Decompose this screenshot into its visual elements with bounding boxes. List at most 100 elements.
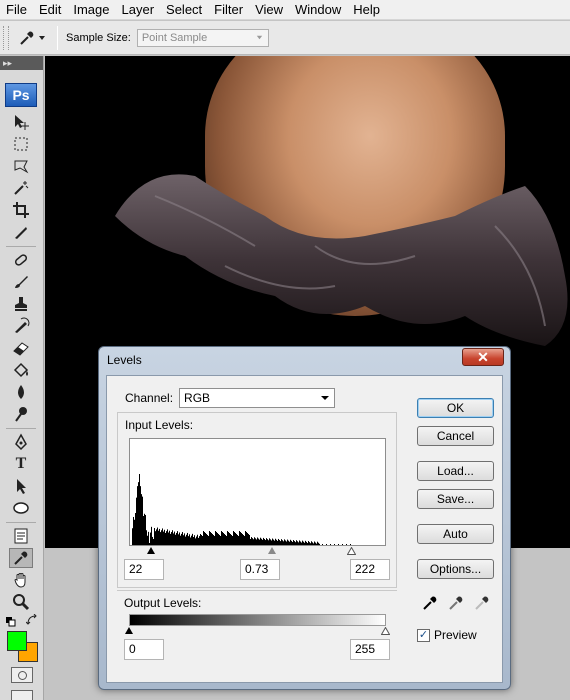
pen-tool[interactable] [9, 432, 33, 452]
menu-filter[interactable]: Filter [208, 0, 249, 20]
clone-stamp-tool[interactable] [9, 294, 33, 314]
screen-mode-button[interactable] [11, 690, 33, 700]
close-button[interactable]: ✕ [462, 348, 504, 366]
preview-row: ✓ Preview [417, 628, 477, 642]
dodge-tool[interactable] [9, 404, 33, 424]
histogram-bar [258, 538, 259, 545]
ok-button[interactable]: OK [417, 398, 494, 418]
brush-tool[interactable] [9, 272, 33, 292]
history-brush-tool[interactable] [9, 316, 33, 336]
load-button[interactable]: Load... [417, 461, 494, 481]
output-black-slider[interactable] [125, 627, 133, 634]
input-gamma-field[interactable]: 0.73 [240, 559, 280, 580]
histogram-bar [283, 541, 284, 545]
input-white-slider[interactable] [347, 547, 356, 555]
blur-tool[interactable] [9, 382, 33, 402]
menu-select[interactable]: Select [160, 0, 208, 20]
histogram-bar [315, 542, 316, 545]
histogram-bar [143, 515, 144, 545]
dialog-body: Channel: RGB Input Levels: 22 0.73 222 O… [106, 375, 503, 683]
marquee-tool[interactable] [9, 134, 33, 154]
output-levels-label: Output Levels: [124, 596, 202, 610]
histogram-bar [260, 537, 261, 545]
black-eyedropper-icon[interactable] [421, 594, 439, 612]
magic-wand-tool[interactable] [9, 178, 33, 198]
histogram-bar [144, 513, 145, 545]
slice-tool[interactable] [9, 222, 33, 242]
histogram-bar [264, 538, 265, 545]
gray-eyedropper-icon[interactable] [447, 594, 465, 612]
menu-layer[interactable]: Layer [116, 0, 161, 20]
type-tool[interactable]: T [9, 454, 33, 474]
save-button[interactable]: Save... [417, 489, 494, 509]
histogram-bar [275, 538, 276, 545]
options-button[interactable]: Options... [417, 559, 494, 579]
histogram-bar [150, 532, 151, 545]
healing-brush-icon [14, 254, 28, 266]
lasso-tool[interactable] [9, 156, 33, 176]
hand-tool[interactable] [9, 570, 33, 590]
cancel-button[interactable]: Cancel [417, 426, 494, 446]
swap-colors-button[interactable] [25, 613, 38, 629]
histogram-bar [313, 543, 314, 545]
histogram-bar [239, 531, 240, 545]
histogram-bar [162, 528, 163, 545]
default-colors-button[interactable] [6, 616, 16, 630]
shape-icon [13, 502, 29, 514]
histogram-graph [132, 474, 351, 545]
histogram-bar [157, 527, 158, 545]
channel-select[interactable]: RGB [179, 388, 336, 408]
chevron-down-icon [256, 35, 263, 40]
quick-mask-icon [17, 670, 27, 680]
histogram-bar [318, 542, 319, 545]
histogram-bar [306, 541, 307, 545]
eyedropper-tool[interactable] [9, 548, 33, 568]
shape-tool[interactable] [9, 498, 33, 518]
white-eyedropper-icon[interactable] [473, 594, 491, 612]
paint-bucket-tool[interactable] [9, 360, 33, 380]
toolbox-collapse-bar[interactable]: ▸▸ [0, 56, 43, 70]
path-selection-tool[interactable] [9, 476, 33, 496]
histogram-bar [164, 529, 165, 545]
menu-image[interactable]: Image [67, 0, 115, 20]
menu-help[interactable]: Help [347, 0, 386, 20]
levels-dialog: Levels ✕ Channel: RGB Input Levels: 22 0… [98, 346, 511, 690]
output-black-field[interactable]: 0 [124, 639, 164, 660]
move-tool[interactable] [9, 112, 33, 132]
sample-size-select[interactable]: Point Sample [136, 28, 269, 47]
sample-size-label: Sample Size: [66, 31, 131, 44]
notes-tool[interactable] [9, 526, 33, 546]
options-bar-grip[interactable] [3, 25, 9, 50]
input-gamma-slider[interactable] [268, 547, 276, 554]
tool-preset-picker[interactable] [17, 28, 47, 48]
menu-window[interactable]: Window [289, 0, 347, 20]
histogram-bar [246, 532, 247, 545]
histogram-bar [203, 531, 204, 545]
histogram-bar [138, 482, 139, 545]
output-white-field[interactable]: 255 [350, 639, 390, 660]
menu-view[interactable]: View [249, 0, 289, 20]
histogram-bar [167, 529, 168, 545]
auto-button[interactable]: Auto [417, 524, 494, 544]
foreground-color-swatch[interactable] [7, 631, 27, 651]
dialog-titlebar[interactable]: Levels ✕ [99, 347, 510, 371]
eraser-tool[interactable] [9, 338, 33, 358]
crop-tool[interactable] [9, 200, 33, 220]
quick-mask-button[interactable] [11, 667, 33, 683]
menu-file[interactable]: File [0, 0, 33, 20]
histogram-bar [185, 536, 186, 545]
input-black-slider[interactable] [147, 547, 155, 554]
healing-brush-tool[interactable] [9, 250, 33, 270]
histogram-bar [168, 532, 169, 545]
zoom-tool[interactable] [9, 592, 33, 612]
histogram-bar [134, 519, 135, 545]
preview-checkbox[interactable]: ✓ [417, 628, 430, 642]
input-white-field[interactable]: 222 [350, 559, 390, 580]
photoshop-window: File Edit Image Layer Select Filter View… [0, 0, 570, 700]
menu-edit[interactable]: Edit [33, 0, 67, 20]
input-black-field[interactable]: 22 [124, 559, 164, 580]
histogram-bar [271, 540, 272, 545]
histogram-bar [220, 536, 221, 545]
histogram-bar [153, 538, 154, 545]
output-white-slider[interactable] [381, 627, 390, 635]
